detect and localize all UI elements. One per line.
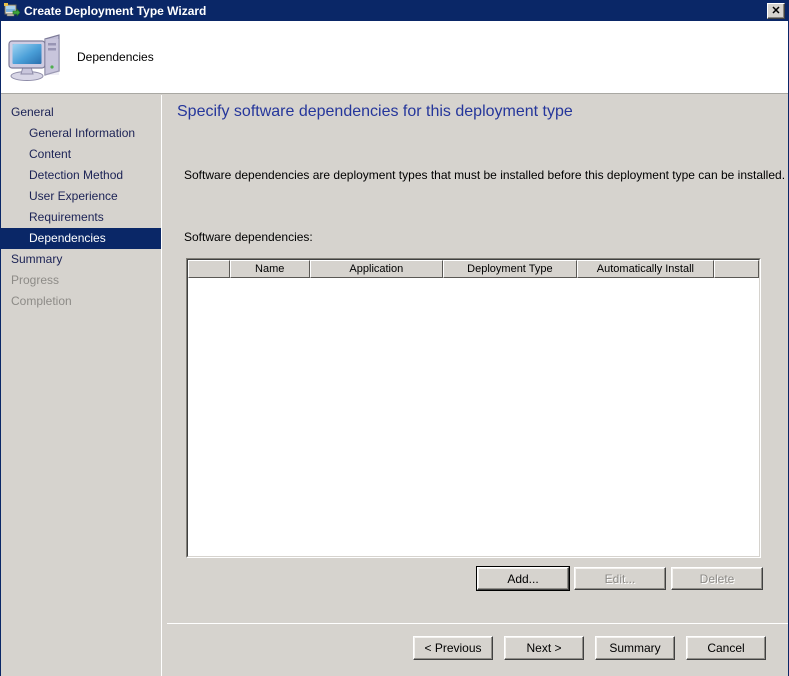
table-column-header-automatically-install[interactable]: Automatically Install [576,260,715,278]
sidebar-item-detection-method[interactable]: Detection Method [1,165,161,186]
sidebar-item-summary[interactable]: Summary [1,249,161,270]
sidebar-item-content[interactable]: Content [1,144,161,165]
delete-button: Delete [671,567,763,590]
deployment-type-wizard-icon [4,3,21,19]
sidebar-item-dependencies[interactable]: Dependencies [1,228,161,249]
table-column-header-deployment-type[interactable]: Deployment Type [443,260,577,278]
banner-title: Dependencies [77,50,154,64]
window-title: Create Deployment Type Wizard [24,4,207,18]
sidebar-item-progress: Progress [11,273,60,287]
wizard-footer: < Previous Next > Summary Cancel [167,625,788,676]
table-column-header-blank-right[interactable] [714,260,759,278]
edit-button: Edit... [574,567,666,590]
title-bar: Create Deployment Type Wizard ✕ [1,1,788,21]
add-button[interactable]: Add... [476,566,570,591]
page-title: Specify software dependencies for this d… [177,103,573,120]
dependencies-table-inner: Name Application Deployment Type Automat… [187,259,760,557]
table-column-header-application[interactable]: Application [309,260,444,278]
table-header-row: Name Application Deployment Type Automat… [188,260,759,278]
dependencies-list-label: Software dependencies: [184,230,313,244]
cancel-button[interactable]: Cancel [686,636,766,660]
close-icon[interactable]: ✕ [767,3,785,19]
computer-icon [7,31,63,83]
sidebar-item-completion: Completion [11,294,72,308]
summary-button[interactable]: Summary [595,636,675,660]
wizard-banner: Dependencies [1,21,788,94]
previous-button[interactable]: < Previous [413,636,493,660]
sidebar-item-requirements[interactable]: Requirements [1,207,161,228]
dependencies-table[interactable]: Name Application Deployment Type Automat… [186,258,761,558]
wizard-step-nav: General General Information Content Dete… [1,95,161,676]
wizard-window: Create Deployment Type Wizard ✕ Dependen… [0,0,789,676]
content-panel: Specify software dependencies for this d… [167,95,788,623]
page-description: Software dependencies are deployment typ… [184,168,786,182]
table-body[interactable] [188,278,759,556]
table-column-header-name[interactable]: Name [229,260,310,278]
table-column-header-blank-left[interactable] [188,260,230,278]
sidebar-item-general[interactable]: General [1,102,161,123]
sidebar-item-general-information[interactable]: General Information [1,123,161,144]
next-button[interactable]: Next > [504,636,584,660]
sidebar-item-user-experience[interactable]: User Experience [1,186,161,207]
